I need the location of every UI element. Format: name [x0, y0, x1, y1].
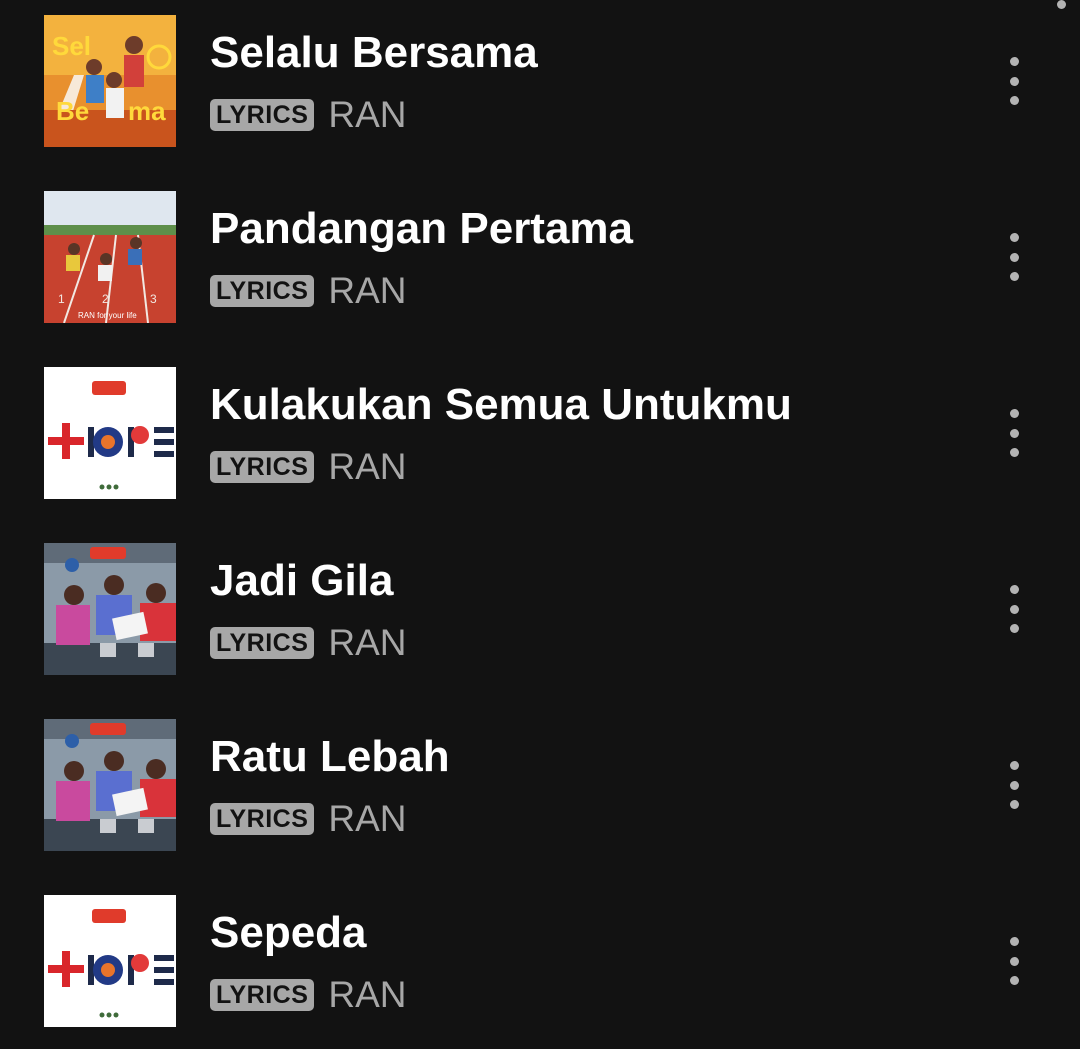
- artist-name: RAN: [328, 798, 407, 839]
- track-meta: LYRICS RAN: [210, 622, 407, 663]
- album-art: Sel Be ma: [44, 15, 176, 147]
- track-title: Jadi Gila: [210, 556, 394, 605]
- svg-text:ma: ma: [128, 96, 166, 126]
- track-title: Selalu Bersama: [210, 28, 538, 77]
- track-row[interactable]: 1 2 3 RAN for your life Pandangan Pertam…: [0, 191, 1080, 323]
- track-title: Sepeda: [210, 908, 367, 957]
- artist-name: RAN: [328, 94, 407, 135]
- svg-text:3: 3: [150, 292, 157, 306]
- track-meta: LYRICS RAN: [210, 94, 407, 135]
- track-row[interactable]: Sel Be ma Selalu Bersama LYRICS RAN: [0, 15, 1080, 147]
- svg-text:2: 2: [102, 292, 109, 306]
- artist-name: RAN: [328, 974, 407, 1015]
- album-art: [44, 895, 176, 1027]
- track-row[interactable]: Ratu Lebah LYRICS RAN: [0, 719, 1080, 851]
- more-options-icon[interactable]: [994, 53, 1034, 109]
- album-art: [44, 367, 176, 499]
- svg-text:Sel: Sel: [52, 31, 91, 61]
- lyrics-badge: LYRICS: [210, 99, 315, 131]
- track-title: Ratu Lebah: [210, 732, 450, 781]
- album-art: 1 2 3 RAN for your life: [44, 191, 176, 323]
- artist-name: RAN: [328, 446, 407, 487]
- track-row[interactable]: Sepeda LYRICS RAN: [0, 895, 1080, 1027]
- lyrics-badge: LYRICS: [210, 451, 315, 483]
- more-options-icon[interactable]: [994, 933, 1034, 989]
- lyrics-badge: LYRICS: [210, 803, 315, 835]
- more-options-icon[interactable]: [994, 405, 1034, 461]
- track-title: Pandangan Pertama: [210, 204, 634, 253]
- artist-name: RAN: [328, 270, 407, 311]
- track-row[interactable]: Jadi Gila LYRICS RAN: [0, 543, 1080, 675]
- artist-name: RAN: [328, 622, 407, 663]
- track-meta: LYRICS RAN: [210, 270, 407, 311]
- track-meta: LYRICS RAN: [210, 974, 407, 1015]
- album-art: [44, 719, 176, 851]
- album-art-caption: RAN for your life: [78, 311, 137, 320]
- more-options-icon[interactable]: [994, 581, 1034, 637]
- lyrics-badge: LYRICS: [210, 275, 315, 307]
- track-title: Kulakukan Semua Untukmu: [210, 380, 792, 429]
- track-row[interactable]: Kulakukan Semua Untukmu LYRICS RAN: [0, 367, 1080, 499]
- svg-text:1: 1: [58, 292, 65, 306]
- lyrics-badge: LYRICS: [210, 627, 315, 659]
- more-options-icon[interactable]: [994, 229, 1034, 285]
- track-list-screen: Sel Be ma Selalu Bersama LYRICS RAN 1 2 …: [0, 0, 1080, 1049]
- lyrics-badge: LYRICS: [210, 979, 315, 1011]
- scrollbar-thumb[interactable]: [1057, 0, 1066, 9]
- album-art: [44, 543, 176, 675]
- svg-text:Be: Be: [56, 96, 89, 126]
- more-options-icon[interactable]: [994, 757, 1034, 813]
- track-meta: LYRICS RAN: [210, 446, 407, 487]
- track-meta: LYRICS RAN: [210, 798, 407, 839]
